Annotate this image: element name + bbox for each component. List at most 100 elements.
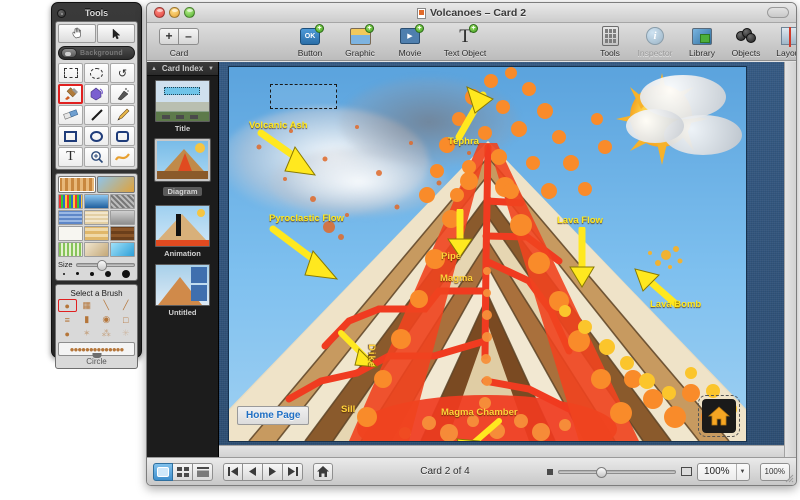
library-toolbar-item[interactable]: Library: [680, 25, 724, 58]
zoom-value-field[interactable]: 100% ▼: [697, 463, 750, 481]
card-index-item-diagram[interactable]: Diagram: [147, 139, 218, 199]
color-swatch[interactable]: [110, 242, 135, 257]
rectangle-shape-tool[interactable]: [58, 126, 83, 146]
slider-knob-icon[interactable]: [596, 467, 607, 478]
brush-dashes[interactable]: ≡: [58, 313, 77, 326]
card-view-button[interactable]: [153, 463, 173, 481]
color-swatch[interactable]: [110, 194, 135, 209]
pencil-tool[interactable]: [110, 105, 135, 125]
zoom-slider[interactable]: [558, 470, 676, 474]
brush-blob[interactable]: ●: [58, 327, 77, 340]
annotation-lava-flow[interactable]: Lava Flow: [557, 215, 603, 226]
zoom-in-icon[interactable]: [681, 467, 692, 476]
remove-card-button[interactable]: –: [179, 28, 199, 45]
rounded-rect-tool[interactable]: [110, 126, 135, 146]
lasso-tool[interactable]: ↺: [110, 63, 135, 83]
brush-diagonal-right[interactable]: ╱: [117, 299, 136, 312]
spray-can-tool[interactable]: [110, 84, 135, 104]
paintbrush-tool[interactable]: [58, 84, 83, 104]
color-swatch[interactable]: [84, 194, 109, 209]
text-tool[interactable]: T: [58, 147, 83, 167]
home-card-button[interactable]: [313, 463, 333, 481]
card-index-item-untitled[interactable]: Untitled: [147, 264, 218, 317]
selection-marquee[interactable]: [270, 84, 337, 109]
color-swatch[interactable]: [58, 242, 83, 257]
brush-diagonal-left[interactable]: ╲: [97, 299, 116, 312]
list-view-button[interactable]: [193, 463, 213, 481]
tools-toolbar-item[interactable]: Tools: [590, 25, 630, 58]
last-card-button[interactable]: [283, 463, 303, 481]
card-stage[interactable]: Volcanic Ash Tephra Pyroclastic Flow Lav…: [219, 62, 796, 457]
volcano-diagram-card[interactable]: Volcanic Ash Tephra Pyroclastic Flow Lav…: [228, 66, 747, 442]
color-swatch[interactable]: [110, 210, 135, 225]
movie-tool[interactable]: + Movie: [384, 25, 436, 58]
chevron-down-icon[interactable]: ▼: [208, 62, 214, 76]
brush-size-slider[interactable]: [76, 263, 135, 267]
curve-tool[interactable]: [110, 147, 135, 167]
brush-outline-square[interactable]: □: [117, 313, 136, 326]
brush-faded[interactable]: ✳: [117, 327, 136, 340]
browse-hand-tool[interactable]: [58, 24, 96, 43]
collapse-icon[interactable]: ▲: [151, 62, 157, 76]
color-swatch[interactable]: [58, 210, 83, 225]
horizontal-scrollbar[interactable]: [219, 445, 784, 457]
annotation-volcanic-ash[interactable]: Volcanic Ash: [249, 120, 308, 131]
oval-shape-tool[interactable]: [84, 126, 109, 146]
objects-toolbar-item[interactable]: Objects: [724, 25, 768, 58]
annotation-magma-chamber[interactable]: Magma Chamber: [441, 407, 518, 418]
inspector-toolbar-item[interactable]: i Inspector: [630, 25, 680, 58]
brush-circle[interactable]: ●: [58, 299, 77, 312]
chevron-down-icon[interactable]: ▼: [736, 464, 749, 480]
brush-spatter[interactable]: ✶: [78, 327, 97, 340]
tools-palette[interactable]: Tools Background ↺: [51, 2, 142, 358]
color-swatch[interactable]: [84, 226, 109, 241]
graphic-tool[interactable]: + Graphic: [334, 25, 386, 58]
card-index-item-title[interactable]: Title: [147, 80, 218, 133]
button-tool[interactable]: OK+ Button: [284, 25, 336, 58]
background-toggle[interactable]: Background: [58, 46, 135, 60]
palette-resize-nub[interactable]: [92, 353, 101, 358]
magnifier-tool[interactable]: [84, 147, 109, 167]
annotation-tephra[interactable]: Tephra: [448, 136, 479, 147]
oval-select-tool[interactable]: [84, 63, 109, 83]
annotation-pyroclastic-flow[interactable]: Pyroclastic Flow: [269, 213, 344, 224]
line-tool[interactable]: [84, 105, 109, 125]
color-swatch[interactable]: [110, 226, 135, 241]
annotation-sill[interactable]: Sill: [341, 404, 355, 415]
add-card-button[interactable]: +: [159, 28, 179, 45]
annotation-pipe[interactable]: Pipe: [441, 251, 461, 262]
card-index-list[interactable]: Title Diagram: [147, 76, 218, 457]
slider-knob-icon[interactable]: [97, 260, 107, 271]
brush-square-texture[interactable]: ▦: [78, 299, 97, 312]
color-swatch[interactable]: [58, 194, 83, 209]
paint-bucket-tool[interactable]: [84, 84, 109, 104]
card-index-header[interactable]: ▲ Card Index ▼: [147, 62, 218, 76]
window-resize-grip[interactable]: [782, 471, 794, 483]
grid-view-button[interactable]: [173, 463, 193, 481]
home-icon-button[interactable]: [702, 399, 736, 433]
zoom-out-icon[interactable]: [547, 469, 553, 475]
layout-toolbar-item[interactable]: Layout: [768, 25, 797, 58]
color-swatch[interactable]: [84, 210, 109, 225]
window-titlebar[interactable]: Volcanoes – Card 2: [147, 3, 796, 23]
close-icon[interactable]: [57, 9, 66, 18]
annotation-magma[interactable]: Magma: [440, 273, 473, 284]
color-swatch[interactable]: [84, 242, 109, 257]
home-page-button[interactable]: Home Page: [237, 406, 309, 425]
toolbar-toggle-button[interactable]: [767, 7, 789, 18]
brush-dot[interactable]: ◉: [97, 313, 116, 326]
text-object-tool[interactable]: T+ Text Object: [434, 25, 496, 58]
brush-vertical-bar[interactable]: ▮: [78, 313, 97, 326]
vertical-scrollbar[interactable]: [784, 62, 796, 457]
eraser-tool[interactable]: [58, 105, 83, 125]
color-swatch[interactable]: [58, 226, 83, 241]
card-index-item-animation[interactable]: Animation: [147, 205, 218, 258]
next-card-button[interactable]: [263, 463, 283, 481]
first-card-button[interactable]: [223, 463, 243, 481]
pointer-arrow-tool[interactable]: [97, 24, 135, 43]
previous-card-button[interactable]: [243, 463, 263, 481]
annotation-lava-bomb[interactable]: Lava Bomb: [650, 299, 701, 310]
pattern-picker-button[interactable]: [97, 176, 135, 193]
annotation-dike[interactable]: Dike: [366, 344, 377, 368]
current-pattern-swatch[interactable]: [58, 176, 96, 193]
